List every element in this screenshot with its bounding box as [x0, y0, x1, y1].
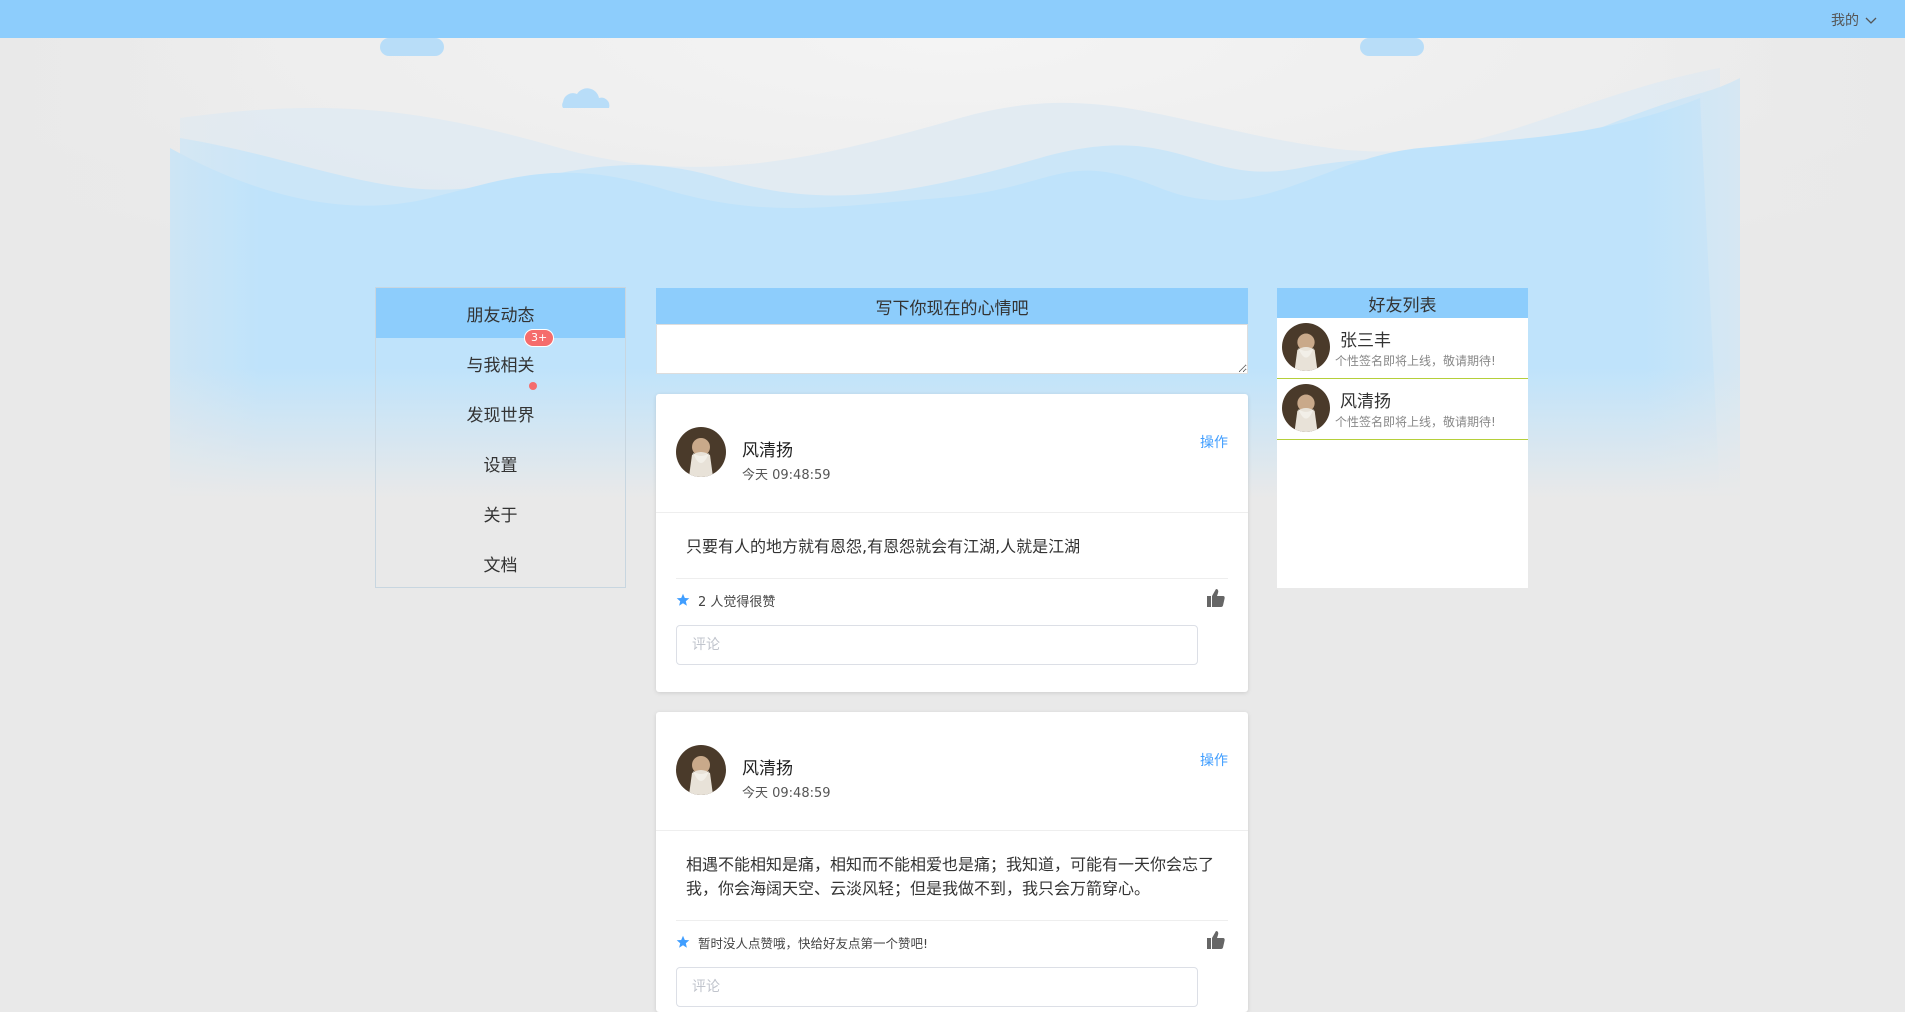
menu-item-discover[interactable]: 发现世界	[376, 382, 625, 438]
friend-name: 风清扬	[1340, 392, 1391, 412]
likes-text: 暂时没人点赞哦，快给好友点第一个赞吧!	[698, 936, 929, 951]
menu-item-label: 关于	[483, 505, 518, 526]
menu-item-label: 设置	[483, 455, 518, 476]
mood-input[interactable]	[656, 324, 1248, 374]
menu-item-related-to-me[interactable]: 3+ 与我相关	[376, 329, 625, 388]
friend-list-title: 好友列表	[1277, 288, 1528, 318]
user-menu-label: 我的	[1831, 13, 1859, 29]
star-icon	[676, 935, 690, 948]
menu-item-label: 朋友动态	[466, 305, 535, 326]
post-author[interactable]: 风清扬	[742, 436, 793, 461]
friend-signature: 个性签名即将上线，敬请期待!	[1335, 415, 1496, 429]
star-icon	[676, 593, 690, 606]
post-header: 风清扬 今天 09:48:59 操作	[656, 712, 1248, 831]
post-header: 风清扬 今天 09:48:59 操作	[656, 394, 1248, 513]
menu-item-friend-feed[interactable]: 朋友动态	[376, 288, 625, 338]
likes-text: 2 人觉得很赞	[698, 595, 776, 610]
likes-row: 暂时没人点赞哦，快给好友点第一个赞吧!	[656, 921, 1248, 963]
menu-item-label: 文档	[483, 555, 518, 576]
post-content: 相遇不能相知是痛，相知而不能相爱也是痛；我知道，可能有一天你会忘了我，你会海阔天…	[686, 855, 1215, 898]
friend-signature: 个性签名即将上线，敬请期待!	[1335, 354, 1496, 368]
avatar[interactable]	[676, 427, 726, 477]
menu-item-docs[interactable]: 文档	[376, 538, 625, 588]
user-menu[interactable]: 我的	[1831, 10, 1877, 30]
thumbs-up-icon[interactable]	[1206, 930, 1226, 950]
comment-input[interactable]	[676, 625, 1198, 665]
notification-badge: 3+	[524, 329, 555, 347]
likes-row: 2 人觉得很赞	[656, 579, 1248, 621]
post-card: 风清扬 今天 09:48:59 操作 相遇不能相知是痛，相知而不能相爱也是痛；我…	[656, 712, 1248, 1012]
comment-input[interactable]	[676, 967, 1198, 1007]
friend-item[interactable]: 张三丰 个性签名即将上线，敬请期待!	[1277, 318, 1528, 379]
post-action-link[interactable]: 操作	[1200, 432, 1228, 452]
post-time: 今天 09:48:59	[742, 468, 831, 483]
notification-dot	[529, 382, 537, 390]
avatar[interactable]	[676, 745, 726, 795]
side-menu: 朋友动态 3+ 与我相关 发现世界 设置 关于 文档	[375, 287, 626, 588]
chevron-down-icon	[1865, 17, 1877, 24]
mood-composer-title: 写下你现在的心情吧	[656, 288, 1248, 324]
menu-item-about[interactable]: 关于	[376, 488, 625, 538]
post-card: 风清扬 今天 09:48:59 操作 只要有人的地方就有恩怨,有恩怨就会有江湖,…	[656, 394, 1248, 692]
thumbs-up-icon[interactable]	[1206, 588, 1226, 608]
avatar	[1282, 323, 1330, 371]
post-author[interactable]: 风清扬	[742, 754, 793, 779]
post-time: 今天 09:48:59	[742, 786, 831, 801]
post-content: 只要有人的地方就有恩怨,有恩怨就会有江湖,人就是江湖	[686, 537, 1081, 556]
avatar	[1282, 384, 1330, 432]
top-bar: 我的	[0, 0, 1905, 38]
menu-item-label: 与我相关	[466, 355, 535, 376]
menu-item-label: 发现世界	[466, 405, 535, 426]
menu-item-settings[interactable]: 设置	[376, 438, 625, 488]
post-action-link[interactable]: 操作	[1200, 750, 1228, 770]
friend-list: 好友列表 张三丰 个性签名即将上线，敬请期待! 风清扬 个性签名即将上线，敬请期…	[1277, 288, 1528, 588]
friend-name: 张三丰	[1340, 331, 1391, 351]
friend-item[interactable]: 风清扬 个性签名即将上线，敬请期待!	[1277, 379, 1528, 440]
